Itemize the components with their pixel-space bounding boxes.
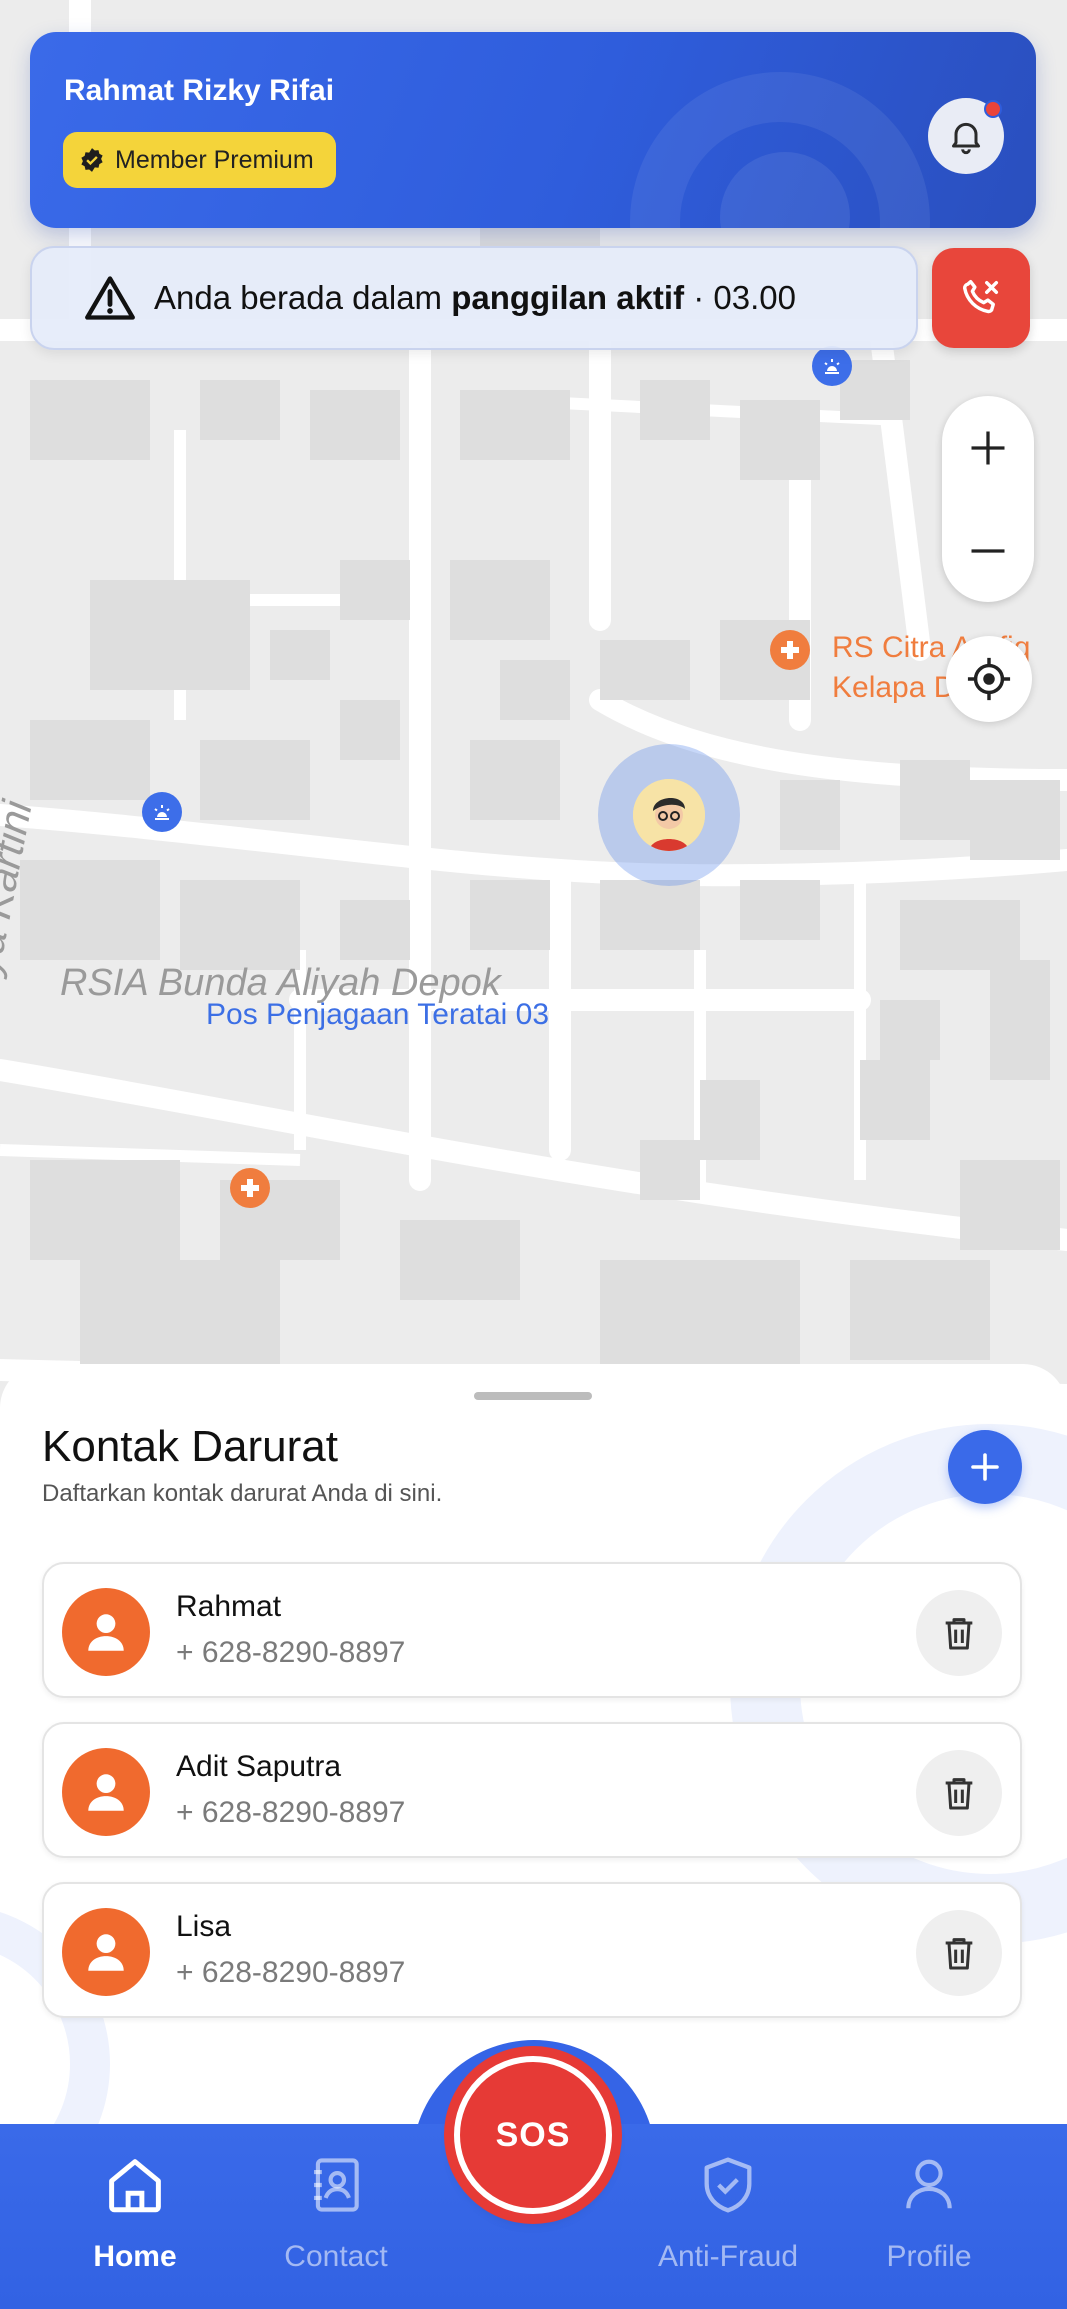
nav-item-contact[interactable]: Contact [251, 2150, 421, 2300]
hospital-pin-icon[interactable] [770, 630, 810, 670]
police-pin-icon[interactable] [142, 792, 182, 832]
nav-label-anti-fraud: Anti-Fraud [657, 2240, 799, 2273]
end-call-button[interactable] [932, 248, 1030, 348]
contact-phone: + 628-8290-8897 [176, 1956, 406, 1989]
zoom-in-button[interactable] [942, 396, 1034, 499]
add-contact-button[interactable] [948, 1430, 1022, 1504]
police-pin-icon[interactable] [812, 346, 852, 386]
notification-dot [984, 100, 1002, 118]
nav-label-profile: Profile [886, 2240, 972, 2273]
plus-icon [971, 1453, 999, 1481]
person-icon [88, 1934, 124, 1971]
contact-name: Lisa [176, 1910, 232, 1943]
warning-icon [85, 276, 135, 320]
verified-badge-icon [81, 148, 103, 172]
user-avatar [633, 779, 705, 851]
nav-item-profile[interactable]: Profile [844, 2150, 1014, 2300]
map-label-pos[interactable]: Pos Penjagaan Teratai 03 [206, 995, 549, 1035]
shield-check-icon [693, 2150, 763, 2220]
nav-item-anti-fraud[interactable]: Anti-Fraud [643, 2150, 813, 2300]
nav-item-home[interactable]: Home [50, 2150, 220, 2300]
plus-icon [971, 431, 1005, 464]
profile-header-card: Rahmat Rizky Rifai Member Premium [30, 32, 1036, 228]
contact-avatar [62, 1588, 150, 1676]
person-icon [88, 1774, 124, 1811]
sos-button[interactable]: SOS [454, 2056, 612, 2214]
contact-card[interactable]: Lisa + 628-8290-8897 [42, 1882, 1022, 2018]
sheet-drag-handle[interactable] [474, 1392, 592, 1400]
delete-contact-button[interactable] [916, 1910, 1002, 1996]
contact-card[interactable]: Adit Saputra + 628-8290-8897 [42, 1722, 1022, 1858]
contact-book-icon [301, 2150, 371, 2220]
my-location-button[interactable] [946, 636, 1032, 722]
trash-icon [945, 1778, 973, 1810]
contact-phone: + 628-8290-8897 [176, 1636, 406, 1669]
contact-phone: + 628-8290-8897 [176, 1796, 406, 1829]
home-icon [100, 2150, 170, 2220]
call-text-bold: panggilan aktif [451, 279, 685, 316]
call-timer: · 03.00 [684, 279, 796, 316]
trash-icon [945, 1938, 973, 1970]
member-badge-label: Member Premium [115, 145, 314, 174]
contact-avatar [62, 1908, 150, 1996]
zoom-out-button[interactable] [942, 499, 1034, 602]
bell-icon [952, 122, 980, 155]
active-call-text: Anda berada dalam panggilan aktif · 03.0… [154, 279, 796, 317]
trash-icon [945, 1618, 973, 1650]
nav-label-contact: Contact [284, 2240, 388, 2273]
sos-label: SOS [495, 2115, 571, 2154]
person-icon [88, 1614, 124, 1651]
hospital-pin-icon[interactable] [230, 1168, 270, 1208]
active-call-banner[interactable]: Anda berada dalam panggilan aktif · 03.0… [30, 246, 918, 350]
notification-button[interactable] [928, 98, 1004, 174]
delete-contact-button[interactable] [916, 1750, 1002, 1836]
call-text-prefix: Anda berada dalam [154, 279, 452, 316]
delete-contact-button[interactable] [916, 1590, 1002, 1676]
crosshair-icon [967, 657, 1011, 701]
phone-end-icon [962, 279, 999, 314]
contact-name: Adit Saputra [176, 1750, 342, 1783]
zoom-controls [942, 396, 1034, 602]
sheet-subtitle: Daftarkan kontak darurat Anda di sini. [42, 1480, 443, 1507]
minus-icon [971, 548, 1005, 553]
user-location-marker[interactable] [598, 744, 740, 886]
member-badge: Member Premium [63, 132, 336, 188]
contact-card[interactable]: Rahmat + 628-8290-8897 [42, 1562, 1022, 1698]
user-name: Rahmat Rizky Rifai [64, 74, 335, 107]
sheet-title: Kontak Darurat [42, 1422, 338, 1471]
profile-icon [894, 2150, 964, 2220]
contact-name: Rahmat [176, 1590, 282, 1623]
nav-label-home: Home [93, 2240, 177, 2273]
contact-avatar [62, 1748, 150, 1836]
